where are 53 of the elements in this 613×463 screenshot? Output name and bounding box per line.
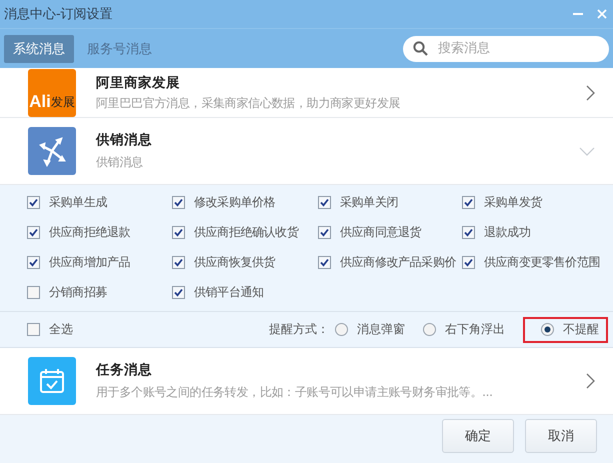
checkbox[interactable] <box>172 196 185 208</box>
window-title: 消息中心-订阅设置 <box>4 6 114 23</box>
checkbox[interactable] <box>318 256 331 268</box>
option-label: 采购单关闭 <box>340 194 398 210</box>
option-label: 供应商修改产品采购价 <box>340 254 456 270</box>
subscription-title: 任务消息 <box>96 361 153 379</box>
option-label: 供应商变更零售价范围 <box>484 254 600 270</box>
calendar-icon <box>28 357 76 405</box>
checkbox[interactable] <box>172 286 185 298</box>
checkbox[interactable] <box>27 256 40 268</box>
option-label: 供销平台通知 <box>194 284 264 300</box>
chevron-right-icon[interactable] <box>586 373 595 389</box>
dialog-button[interactable]: 取消 <box>525 419 597 453</box>
radio-label: 右下角浮出 <box>445 321 505 338</box>
checkbox[interactable] <box>27 196 40 208</box>
search-field[interactable]: 搜索消息 <box>403 36 609 62</box>
checkbox[interactable] <box>318 196 331 208</box>
option-label: 修改采购单价格 <box>194 194 276 210</box>
radio-label: 不提醒 <box>563 321 599 338</box>
radio-label: 消息弹窗 <box>357 321 405 338</box>
subscription-description: 供销消息 <box>96 154 144 171</box>
checkbox[interactable] <box>462 226 475 238</box>
option-label: 退款成功 <box>484 224 530 240</box>
checkbox[interactable] <box>462 256 475 268</box>
option-label: 供应商拒绝退款 <box>49 224 130 240</box>
checkbox[interactable] <box>172 226 185 238</box>
select-all-label: 全选 <box>49 321 73 338</box>
option-label: 供应商拒绝确认收货 <box>194 224 298 240</box>
dialog-button[interactable]: 确定 <box>442 419 514 453</box>
option-label: 供应商恢复供货 <box>194 254 276 270</box>
checkbox[interactable] <box>172 256 185 268</box>
option-label: 采购单生成 <box>49 194 108 210</box>
subscription-description: 用于多个账号之间的任务转发，比如：子账号可以申请主账号财务审批等。... <box>96 384 494 401</box>
option-label: 分销商招募 <box>49 284 108 300</box>
tab[interactable]: 系统消息 <box>4 34 74 62</box>
checkbox[interactable] <box>27 226 40 238</box>
checkbox[interactable] <box>462 196 475 208</box>
chevron-right-icon[interactable] <box>586 84 595 100</box>
subscription-title: 阿里商家发展 <box>96 74 181 92</box>
checkbox[interactable] <box>318 226 331 238</box>
radio-button[interactable] <box>423 323 436 336</box>
checkbox[interactable] <box>27 286 40 298</box>
option-label: 供应商同意退货 <box>340 224 422 240</box>
option-label: 采购单发货 <box>484 194 542 210</box>
radio-button[interactable] <box>335 323 348 336</box>
subscription-title: 供销消息 <box>96 131 153 149</box>
ali-logo: Ali发展 <box>28 68 76 116</box>
subscription-description: 阿里巴巴官方消息，采集商家信心数据，助力商家更好发展 <box>96 94 402 112</box>
option-label: 供应商增加产品 <box>49 254 130 270</box>
arrows-icon <box>28 127 76 175</box>
reminder-label: 提醒方式： <box>269 321 329 338</box>
radio-button[interactable] <box>541 323 554 336</box>
checkbox[interactable] <box>27 323 40 336</box>
